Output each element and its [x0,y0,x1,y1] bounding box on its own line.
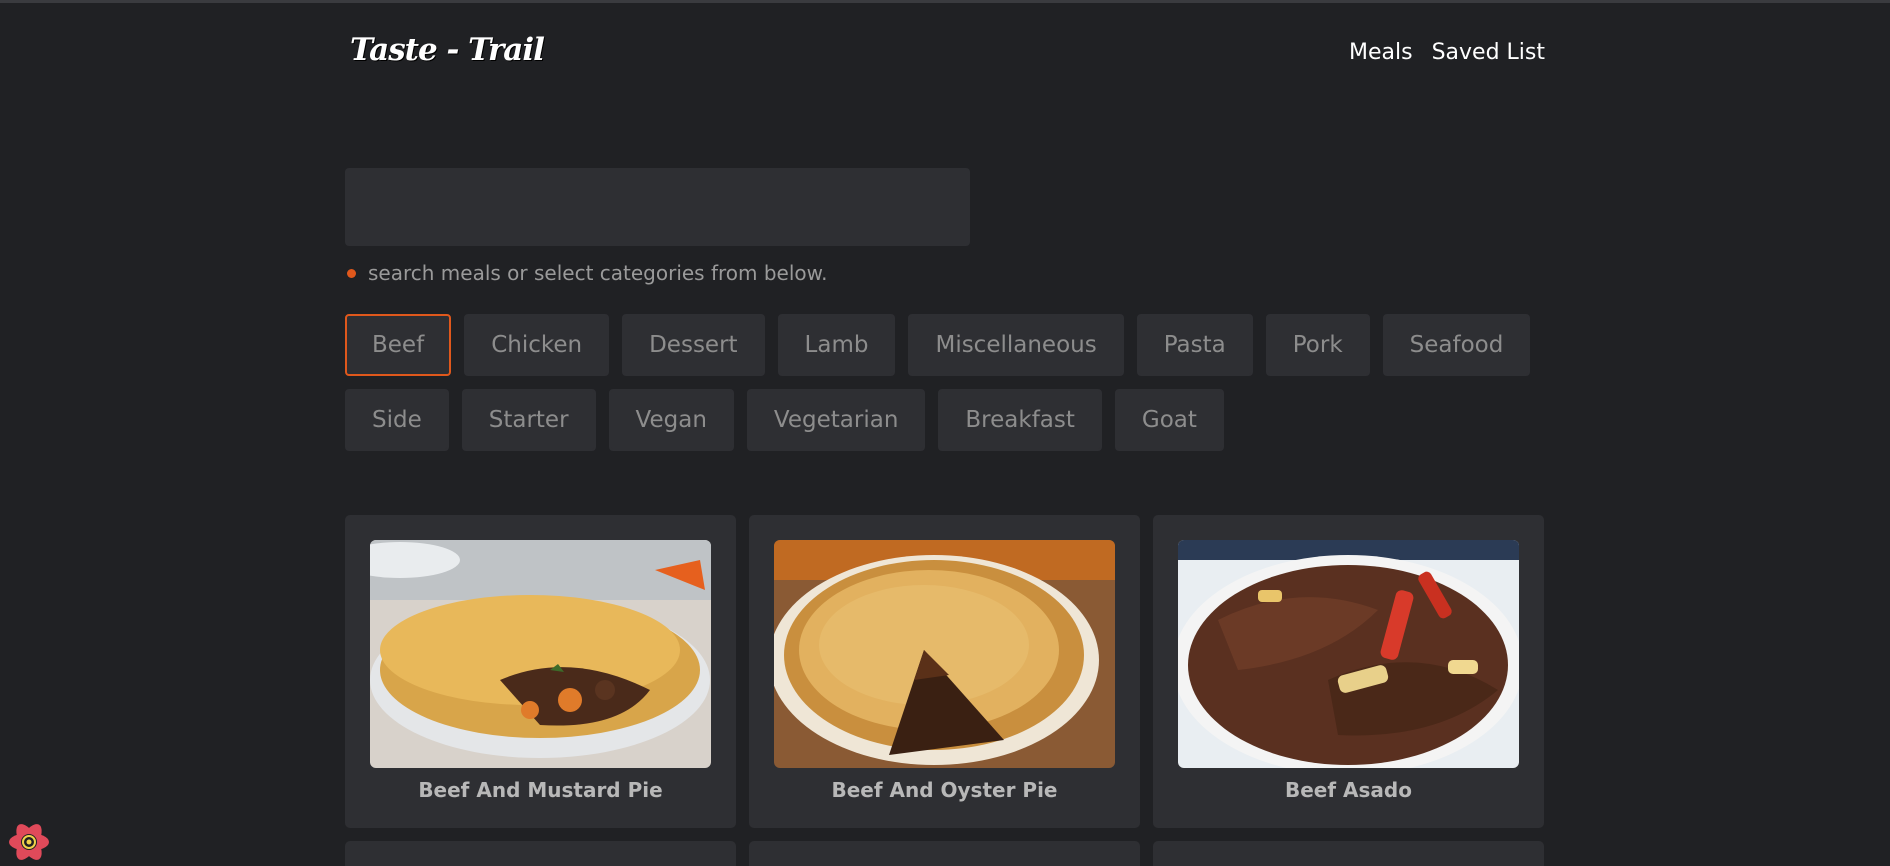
meal-title: Beef And Mustard Pie [418,778,663,802]
meal-title: Beef Asado [1285,778,1412,802]
category-lamb[interactable]: Lamb [777,314,896,376]
category-miscellaneous[interactable]: Miscellaneous [908,314,1124,376]
nav-saved-list-link[interactable]: Saved List [1432,40,1545,65]
meal-image [1178,540,1519,768]
category-beef[interactable]: Beef [345,314,452,376]
search-hint: search meals or select categories from b… [345,261,828,285]
category-dessert[interactable]: Dessert [622,314,765,376]
nav-meals-link[interactable]: Meals [1349,40,1413,65]
meal-card[interactable] [345,841,736,866]
site-header: Taste - Trail Meals Saved List [345,28,1545,78]
meal-card[interactable]: Beef And Mustard Pie [345,515,736,828]
react-devtools-icon[interactable] [6,819,52,865]
category-pasta[interactable]: Pasta [1136,314,1253,376]
meal-grid: Beef And Mustard Pie Beef And Oyster Pie [345,515,1545,866]
meal-card[interactable] [749,841,1140,866]
category-starter[interactable]: Starter [461,389,596,451]
search-input[interactable] [345,168,970,246]
category-side[interactable]: Side [345,389,449,451]
category-seafood[interactable]: Seafood [1382,314,1531,376]
meal-card[interactable]: Beef And Oyster Pie [749,515,1140,828]
meal-title: Beef And Oyster Pie [831,778,1058,802]
meal-image [774,540,1115,768]
main-nav: Meals Saved List [1349,40,1545,65]
meal-card[interactable]: Beef Asado [1153,515,1544,828]
category-goat[interactable]: Goat [1114,389,1224,451]
category-vegetarian[interactable]: Vegetarian [746,389,926,451]
hint-bullet-icon [347,268,356,278]
category-vegan[interactable]: Vegan [608,389,734,451]
category-list: Beef Chicken Dessert Lamb Miscellaneous … [345,314,1565,451]
category-breakfast[interactable]: Breakfast [938,389,1102,451]
hint-text: search meals or select categories from b… [368,261,828,285]
category-chicken[interactable]: Chicken [464,314,610,376]
category-pork[interactable]: Pork [1265,314,1370,376]
meal-image [370,540,711,768]
site-logo[interactable]: Taste - Trail [350,32,545,68]
meal-card[interactable] [1153,841,1544,866]
